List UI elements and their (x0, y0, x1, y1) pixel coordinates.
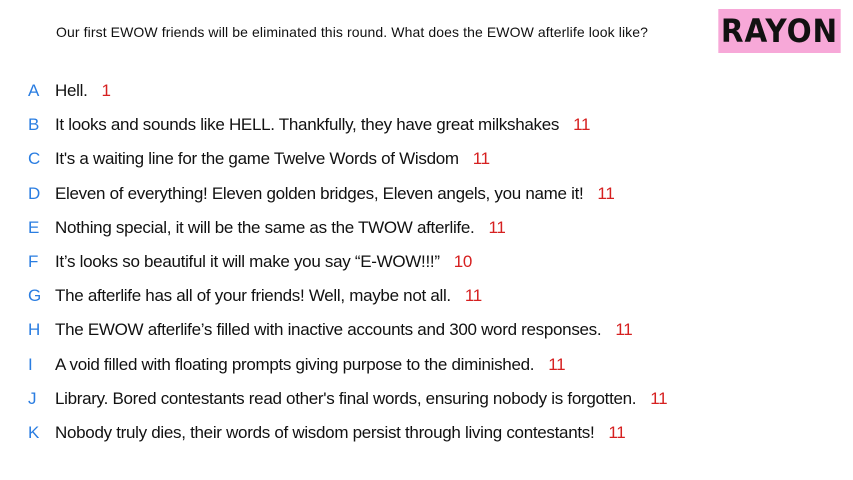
response-text: Library. Bored contestants read other's … (55, 388, 668, 409)
response-text: Hell. 1 (55, 81, 111, 101)
response-body: A void filled with floating prompts givi… (55, 354, 535, 374)
response-letter: F (28, 252, 39, 272)
response-body: It’s looks so beautiful it will make you… (55, 252, 440, 272)
word-count: 11 (597, 183, 615, 203)
contestant-name-badge: RAYON (718, 9, 841, 53)
response-row: C It's a waiting line for the game Twelv… (0, 142, 853, 176)
response-text: The afterlife has all of your friends! W… (55, 286, 482, 306)
response-letter: H (28, 320, 41, 340)
response-letter: G (28, 286, 42, 306)
response-letter: B (28, 115, 40, 135)
response-letter: E (28, 217, 40, 237)
response-body: Library. Bored contestants read other's … (55, 388, 637, 408)
response-letter: C (28, 149, 41, 169)
response-letter: D (28, 183, 41, 203)
response-row: J Library. Bored contestants read other'… (0, 382, 853, 416)
word-count: 11 (548, 354, 566, 374)
response-body: It's a waiting line for the game Twelve … (55, 149, 459, 169)
response-body: It looks and sounds like HELL. Thankfull… (55, 115, 560, 135)
response-body: Hell. (55, 81, 88, 101)
response-body: Nothing special, it will be the same as … (55, 217, 475, 237)
response-letter: I (28, 354, 33, 374)
response-text: It looks and sounds like HELL. Thankfull… (55, 115, 590, 135)
prompt-text: Our first EWOW friends will be eliminate… (56, 24, 649, 40)
word-count: 11 (615, 320, 633, 340)
word-count: 1 (101, 81, 111, 101)
response-row: A Hell. 1 (0, 74, 853, 108)
response-letter: K (28, 422, 40, 442)
response-list: A Hell. 1 B It looks and sounds like HELL… (0, 74, 853, 450)
response-text: It's a waiting line for the game Twelve … (55, 149, 490, 169)
response-body: The EWOW afterlife’s filled with inactiv… (55, 320, 602, 340)
word-count: 11 (650, 388, 668, 408)
response-text: It’s looks so beautiful it will make you… (55, 252, 472, 272)
response-text: The EWOW afterlife’s filled with inactiv… (55, 320, 633, 340)
response-row: H The EWOW afterlife’s filled with inact… (0, 313, 853, 347)
response-text: Nobody truly dies, their words of wisdom… (55, 422, 626, 443)
response-row: F It’s looks so beautiful it will make y… (0, 245, 853, 279)
word-count: 11 (472, 149, 490, 169)
response-row: E Nothing special, it will be the same a… (0, 211, 853, 245)
response-text: Eleven of everything! Eleven golden brid… (55, 183, 615, 204)
response-row: B It looks and sounds like HELL. Thankfu… (0, 108, 853, 142)
word-count: 11 (488, 217, 506, 237)
response-row: K Nobody truly dies, their words of wisd… (0, 416, 853, 450)
response-body: Eleven of everything! Eleven golden brid… (55, 183, 584, 203)
response-row: D Eleven of everything! Eleven golden br… (0, 177, 853, 211)
response-row: G The afterlife has all of your friends!… (0, 279, 853, 313)
response-row: I A void filled with floating prompts gi… (0, 348, 853, 382)
response-body: The afterlife has all of your friends! W… (55, 286, 451, 306)
response-letter: J (28, 388, 37, 408)
response-letter: A (28, 81, 40, 101)
response-text: A void filled with floating prompts givi… (55, 354, 566, 375)
word-count: 11 (464, 286, 482, 306)
word-count: 10 (453, 252, 473, 272)
response-text: Nothing special, it will be the same as … (55, 218, 506, 238)
word-count: 11 (608, 422, 626, 442)
response-body: Nobody truly dies, their words of wisdom… (55, 422, 595, 442)
word-count: 11 (573, 115, 591, 135)
